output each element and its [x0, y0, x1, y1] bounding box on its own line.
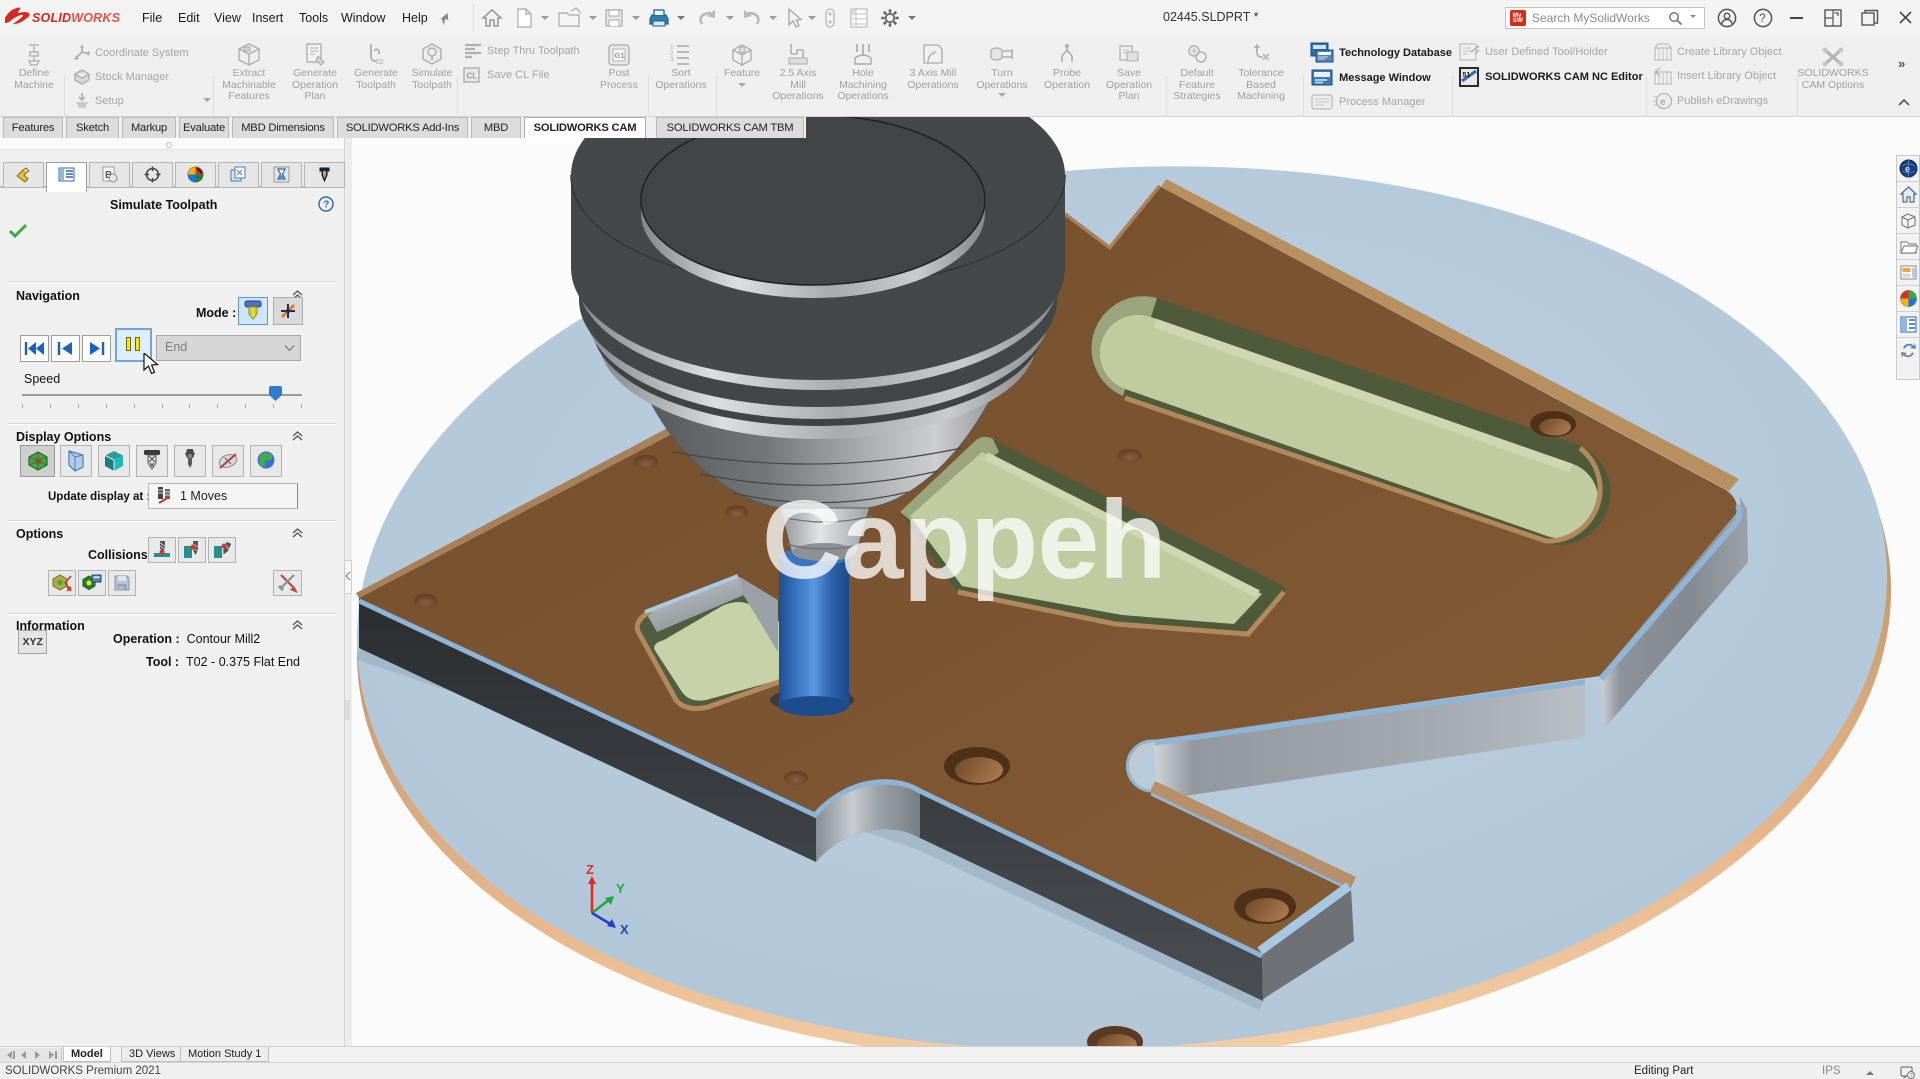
svg-text:G1: G1 [615, 51, 625, 60]
svg-text:X: X [620, 922, 629, 937]
svg-text:Y: Y [616, 881, 625, 896]
svg-text:e: e [1660, 97, 1666, 108]
svg-text:51: 51 [1463, 72, 1471, 79]
svg-text:?: ? [323, 200, 329, 211]
svg-text:e: e [1905, 164, 1910, 174]
svg-text:Z: Z [586, 862, 594, 877]
svg-text:CL: CL [467, 72, 478, 81]
svg-text:Cappeh: Cappeh [762, 478, 1166, 602]
svg-text:SOLIDWORKS: SOLIDWORKS [32, 11, 121, 25]
svg-text:02: 02 [376, 59, 384, 66]
svg-text:1*0: 1*0 [117, 586, 124, 591]
svg-text:?: ? [1759, 13, 1765, 25]
svg-text:3: 3 [670, 56, 674, 63]
